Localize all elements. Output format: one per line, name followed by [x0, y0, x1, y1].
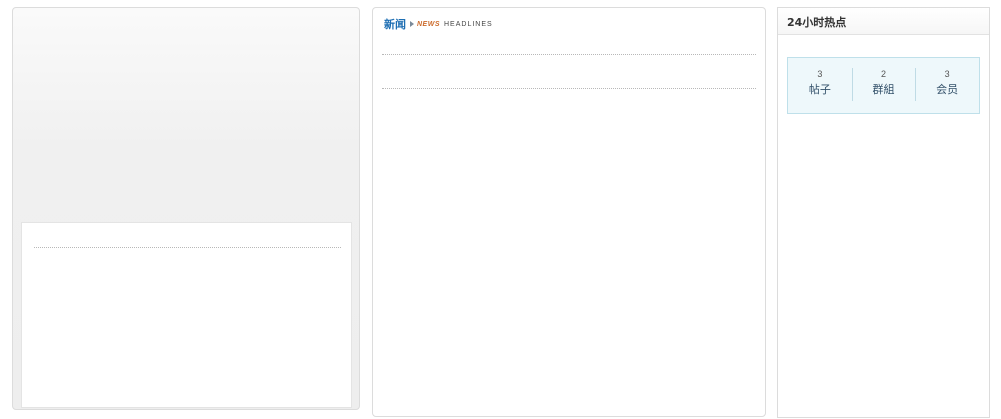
page: 新闻 NEWS HEADLINES 24小时热点 3 帖子 2 群組 3 会员 — [0, 0, 1001, 419]
left-divider — [34, 247, 341, 248]
image-slider-area[interactable] — [13, 8, 359, 212]
news-en-sub: HEADLINES — [444, 20, 493, 28]
hot-panel: 24小时热点 3 帖子 2 群組 3 会员 — [777, 7, 990, 418]
left-panel — [12, 7, 360, 410]
left-content-box — [21, 222, 352, 408]
news-panel: 新闻 NEWS HEADLINES — [372, 7, 766, 417]
stat-groups-label[interactable]: 群組 — [852, 83, 916, 97]
stat-posts-count: 3 — [817, 69, 823, 79]
stat-members-label[interactable]: 会员 — [915, 83, 979, 97]
hot-title: 24小时热点 — [787, 16, 847, 29]
stat-posts-label[interactable]: 帖子 — [788, 83, 852, 97]
news-header: 新闻 NEWS HEADLINES — [384, 16, 493, 32]
stat-posts[interactable]: 3 帖子 — [788, 58, 852, 113]
stats-box: 3 帖子 2 群組 3 会员 — [787, 57, 980, 114]
news-en-word: NEWS — [417, 20, 440, 28]
news-divider — [382, 88, 756, 89]
triangle-right-icon — [410, 21, 414, 27]
news-divider — [382, 54, 756, 55]
stat-groups-count: 2 — [881, 69, 887, 79]
hot-header: 24小时热点 — [778, 8, 989, 35]
stat-members-count: 3 — [944, 69, 950, 79]
stat-members[interactable]: 3 会员 — [915, 58, 979, 113]
news-title[interactable]: 新闻 — [384, 16, 406, 32]
stat-groups[interactable]: 2 群組 — [851, 58, 916, 113]
